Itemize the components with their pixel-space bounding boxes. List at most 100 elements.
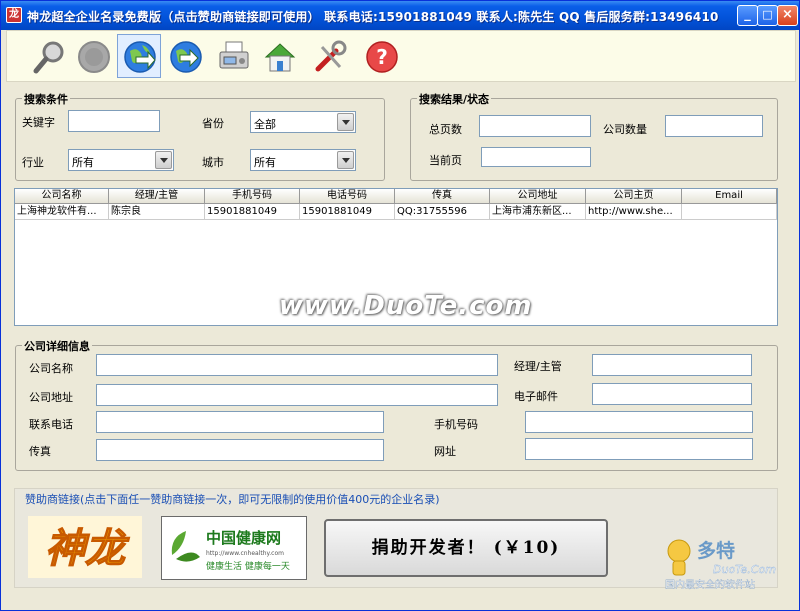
column-header[interactable]: 公司主页 [586,189,682,204]
health-logo: 中国健康网 http://www.cnhealthy.com 健康生活 健康每一… [171,529,290,572]
results-table-header: 公司名称 经理/主管 手机号码 电话号码 传真 公司地址 公司主页 Email [15,189,777,204]
search-status-group: 搜索结果/状态 总页数 公司数量 当前页 [410,91,778,181]
shenlong-logo-text: 神龙 [45,525,130,572]
phone-field[interactable] [96,411,384,433]
column-header[interactable]: 公司名称 [15,189,109,204]
company-details-legend: 公司详细信息 [22,338,92,354]
website-label: 网址 [434,445,456,458]
company-name-label: 公司名称 [29,362,73,375]
duote-slogan: 国内最安全的软件站 [665,578,755,591]
table-cell: 上海市浦东新区... [490,204,586,220]
website-field[interactable] [525,438,753,460]
company-count-field [665,115,763,137]
duote-badge: 多特 DuoTe.Com 国内最安全的软件站 [663,531,798,591]
health-logo-title: 中国健康网 [206,529,281,547]
duote-watermark: www.DuoTe.com [279,291,533,321]
search-status-legend: 搜索结果/状态 [417,91,492,107]
manager-field[interactable] [592,354,752,376]
globe-arrow-icon [124,41,156,73]
table-cell: QQ:31755596 [395,204,490,220]
search-conditions-group: 搜索条件 关键字 省份 全部 行业 所有 城市 所有 [15,91,385,181]
company-details-group: 公司详细信息 公司名称 经理/主管 公司地址 电子邮件 联系电话 手机号码 传真… [15,338,778,471]
shenlong-logo: 神龙 [28,516,142,578]
industry-select[interactable]: 所有 [68,149,174,171]
column-header[interactable]: 公司地址 [490,189,586,204]
duote-brand: 多特 [697,539,735,562]
help-icon: ? [366,41,398,73]
health-logo-url: http://www.cnhealthy.com [206,550,284,557]
email-field[interactable] [592,383,752,405]
globe-next-icon [170,41,202,73]
chevron-down-icon[interactable] [155,151,172,169]
stop-tool-button[interactable] [71,34,115,78]
table-cell: 上海神龙软件有... [15,204,109,220]
health-logo-slogan: 健康生活 健康每一天 [206,560,290,572]
maximize-button[interactable]: □ [757,5,778,26]
health-sponsor-link[interactable]: 中国健康网 http://www.cnhealthy.com 健康生活 健康每一… [161,516,307,580]
title-bar[interactable]: 龙 神龙超全企业名录免费版（点击赞助商链接即可使用） 联系电话:15901881… [1,1,799,30]
industry-value: 所有 [72,156,94,169]
keyword-input[interactable] [68,110,160,132]
mobile-label: 手机号码 [434,418,478,431]
company-name-field[interactable] [96,354,498,376]
tools-tool-button[interactable] [307,34,351,78]
column-header[interactable]: Email [682,189,777,204]
toolbar: ? [6,30,796,82]
fax-icon [219,41,249,69]
email-label: 电子邮件 [514,390,558,403]
close-button[interactable]: × [777,5,798,26]
duote-site: DuoTe.Com [713,563,776,576]
table-cell: http://www.she... [586,204,682,220]
next-tool-button[interactable] [163,34,207,78]
column-header[interactable]: 传真 [395,189,490,204]
stop-icon [78,41,110,73]
window-title: 神龙超全企业名录免费版（点击赞助商链接即可使用） 联系电话:1590188104… [27,10,719,24]
help-tool-button[interactable]: ? [359,34,403,78]
address-field[interactable] [96,384,498,406]
manager-label: 经理/主管 [514,360,562,373]
column-header[interactable]: 手机号码 [205,189,300,204]
province-select[interactable]: 全部 [250,111,356,133]
keyword-label: 关键字 [22,116,55,129]
search-conditions-legend: 搜索条件 [22,91,70,107]
svg-text:?: ? [376,45,388,69]
main-window: 龙 神龙超全企业名录免费版（点击赞助商链接即可使用） 联系电话:15901881… [0,0,800,611]
city-label: 城市 [202,156,224,169]
donate-button[interactable]: 捐助开发者！ (￥10) [324,519,608,577]
fax-label: 传真 [29,445,51,458]
search-tool-button[interactable] [27,34,71,78]
table-cell: 陈宗良 [109,204,205,220]
column-header[interactable]: 电话号码 [300,189,395,204]
shenlong-sponsor-link[interactable]: 神龙 [28,516,142,578]
industry-label: 行业 [22,156,44,169]
city-select[interactable]: 所有 [250,149,356,171]
address-label: 公司地址 [29,391,73,404]
current-page-label: 当前页 [429,154,462,167]
fax-tool-button[interactable] [211,34,255,78]
sponsor-caption: 赞助商链接(点击下面任一赞助商链接一次，即可无限制的使用价值400元的企业名录) [25,493,440,506]
search-icon [33,41,64,74]
minimize-button[interactable]: _ [737,5,758,26]
home-tool-button[interactable] [257,34,301,78]
column-header[interactable]: 经理/主管 [109,189,205,204]
browse-tool-button[interactable] [117,34,161,78]
table-cell: 15901881049 [300,204,395,220]
table-cell: 15901881049 [205,204,300,220]
chevron-down-icon[interactable] [337,151,354,169]
tools-icon [315,40,347,72]
mobile-field[interactable] [525,411,753,433]
total-pages-label: 总页数 [429,123,462,136]
chevron-down-icon[interactable] [337,113,354,131]
company-count-label: 公司数量 [603,123,647,136]
app-icon: 龙 [6,7,22,23]
table-row[interactable]: 上海神龙软件有... 陈宗良 15901881049 15901881049 Q… [15,204,777,220]
city-value: 所有 [254,156,276,169]
total-pages-field [479,115,591,137]
table-cell [682,204,777,220]
province-value: 全部 [254,118,276,131]
fax-field[interactable] [96,439,384,461]
duote-logo: 多特 DuoTe.Com 国内最安全的软件站 [665,539,776,591]
current-page-field [481,147,591,167]
province-label: 省份 [202,117,224,130]
phone-label: 联系电话 [29,418,73,431]
